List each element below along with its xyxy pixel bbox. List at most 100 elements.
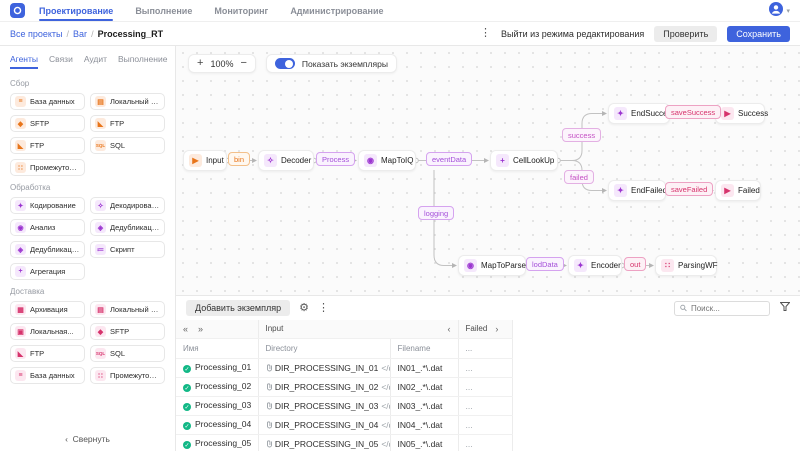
attachment-icon — [266, 421, 273, 429]
zoom-in-button[interactable]: + — [197, 58, 203, 69]
agent-item[interactable]: +Агрегация — [10, 263, 85, 280]
workflow-canvas[interactable]: + 100% − Показать экземпляры — [176, 46, 800, 295]
ftp-icon: ◣ — [15, 348, 26, 359]
analyze-icon: ◉ — [15, 222, 26, 233]
agent-item[interactable]: ✦Кодирование — [10, 197, 85, 214]
canvas-node-success[interactable]: ▶Success — [715, 103, 765, 124]
agent-item[interactable]: ∷Промежуточный... — [10, 159, 85, 176]
edge-label-out[interactable]: out — [624, 257, 646, 271]
breadcrumb-all-projects[interactable]: Все проекты — [10, 29, 63, 39]
decoder-icon: ✧ — [264, 154, 277, 167]
show-instances-toggle[interactable] — [275, 58, 295, 69]
sidebar-tab-3[interactable]: Аудит — [84, 54, 107, 69]
agent-item[interactable]: ◣FTP — [10, 137, 85, 154]
canvas-node-endfailed[interactable]: ✦EndFailed — [608, 180, 666, 201]
agent-item[interactable]: ≡База данных — [10, 367, 85, 384]
canvas-node-parsingwf[interactable]: ∷ParsingWF — [655, 255, 717, 276]
breadcrumb-sep: / — [91, 29, 94, 39]
table-row[interactable]: ✓Processing_01 DIR_PROCESSING_IN_01</dat… — [176, 358, 512, 377]
agent-item[interactable]: SQLSQL — [90, 137, 165, 154]
collapse-sidebar-button[interactable]: ‹ Свернуть — [0, 434, 175, 444]
agent-item[interactable]: ◆SFTP — [10, 115, 85, 132]
node-label: Input — [206, 156, 224, 165]
canvas-node-maptoiq[interactable]: ◉MapToIQ — [358, 150, 416, 171]
edge-label-eventdata[interactable]: eventData — [426, 152, 472, 166]
attachment-icon — [266, 364, 273, 372]
agent-item[interactable]: ∷Промежуточный... — [90, 367, 165, 384]
agent-item[interactable]: ◉ Анализ — [10, 219, 85, 236]
nav-last-icon[interactable]: » — [198, 324, 203, 334]
agent-item-label: Кодирование — [30, 201, 76, 210]
agent-item[interactable]: ≡База данных — [10, 93, 85, 110]
save-button[interactable]: Сохранить — [727, 26, 790, 42]
nav-first-icon[interactable]: « — [183, 324, 188, 334]
app-logo-icon[interactable] — [10, 3, 25, 18]
filter-funnel-icon[interactable] — [780, 302, 790, 314]
cell-directory: DIR_PROCESSING_IN_04</data/in/04> — [258, 415, 390, 434]
nav-tab-1[interactable]: Проектирование — [39, 0, 113, 21]
chevron-down-icon[interactable]: ▾ — [786, 7, 790, 15]
agent-item[interactable]: ◈Дедубликация... — [90, 219, 165, 236]
search-input[interactable] — [691, 304, 764, 313]
nav-tab-3[interactable]: Мониторинг — [214, 0, 268, 21]
agent-item-label: Анализ — [30, 223, 55, 232]
table-row[interactable]: ✓Processing_03 DIR_PROCESSING_IN_03</dat… — [176, 396, 512, 415]
agent-item[interactable]: ◣FTP — [90, 115, 165, 132]
canvas-node-endsuccess[interactable]: ✦EndSuccess — [608, 103, 670, 124]
agent-item[interactable]: ◣FTP — [10, 345, 85, 362]
canvas-node-failed[interactable]: ▶Failed — [715, 180, 761, 201]
canvas-node-celllookup[interactable]: +CellLookUp — [490, 150, 558, 171]
agent-item[interactable]: SQLSQL — [90, 345, 165, 362]
sidebar-tab-1[interactable]: Агенты — [10, 54, 38, 69]
agent-item[interactable]: ▦Архивация — [10, 301, 85, 318]
sidebar-tab-2[interactable]: Связи — [49, 54, 73, 69]
settings-gear-icon[interactable]: ⚙ — [299, 303, 309, 314]
exit-edit-mode-button[interactable]: Выйти из режима редактирования — [501, 29, 644, 39]
canvas-node-maptoparser[interactable]: ◉MapToParser — [458, 255, 526, 276]
agent-item[interactable]: ▤Локальный файл — [90, 93, 165, 110]
attachment-icon — [266, 383, 273, 391]
edge-label-success[interactable]: success — [562, 128, 601, 142]
agent-item[interactable]: ✧Декодирование — [90, 197, 165, 214]
edge-label-bin[interactable]: bin — [228, 152, 250, 166]
intermediate-icon: ∷ — [95, 370, 106, 381]
panel-more-options-icon[interactable]: ⋮ — [318, 303, 329, 314]
breadcrumb-project[interactable]: Bar — [73, 29, 87, 39]
agent-item-label: Декодирование — [110, 201, 160, 210]
agent-item-label: База данных — [30, 97, 75, 106]
add-instance-button[interactable]: Добавить экземпляр — [186, 300, 290, 316]
edge-label-process[interactable]: Process — [316, 152, 355, 166]
edge-label-savesuccess[interactable]: saveSuccess — [665, 105, 721, 119]
agent-item[interactable]: ◈Дедубликация IDR — [10, 241, 85, 258]
edge-label-logging[interactable]: logging — [418, 206, 454, 220]
zoom-out-button[interactable]: − — [240, 58, 246, 69]
nav-tab-2[interactable]: Выполнение — [135, 0, 192, 21]
agent-item[interactable]: ◆SFTP — [90, 323, 165, 340]
collapse-input-group-icon[interactable]: ‹ — [448, 324, 451, 334]
canvas-node-encoder[interactable]: ✦Encoder — [568, 255, 622, 276]
local-file-icon: ▤ — [95, 96, 106, 107]
agent-item[interactable]: ▣Локальная... — [10, 323, 85, 340]
edge-label-savefailed[interactable]: saveFailed — [665, 182, 713, 196]
canvas-node-input[interactable]: ▶Input — [183, 150, 227, 171]
table-row[interactable]: ✓Processing_04 DIR_PROCESSING_IN_04</dat… — [176, 415, 512, 434]
user-avatar[interactable] — [769, 2, 783, 19]
sidebar-tab-4[interactable]: Выполнение — [118, 54, 167, 69]
edge-label-loddata[interactable]: lodData — [526, 257, 564, 271]
table-row[interactable]: ✓Processing_02 DIR_PROCESSING_IN_02</dat… — [176, 377, 512, 396]
canvas-node-decoder[interactable]: ✧Decoder — [258, 150, 314, 171]
ftp-icon: ◣ — [95, 118, 106, 129]
edge-label-failed[interactable]: failed — [564, 170, 594, 184]
table-row[interactable]: ✓Processing_05 DIR_PROCESSING_IN_05</dat… — [176, 434, 512, 451]
agent-item[interactable]: ≔Скрипт — [90, 241, 165, 258]
directory-name: DIR_PROCESSING_IN_05 — [275, 439, 378, 449]
verify-button[interactable]: Проверить — [654, 26, 717, 42]
expand-failed-group-icon[interactable]: › — [495, 324, 498, 334]
agent-item[interactable]: ▤Локальный файл — [90, 301, 165, 318]
nav-tab-4[interactable]: Администрирование — [290, 0, 383, 21]
ftp-icon: ◣ — [15, 140, 26, 151]
output-icon: ▶ — [721, 107, 734, 120]
more-options-icon[interactable]: ⋮ — [480, 28, 491, 39]
status-ok-icon: ✓ — [183, 441, 191, 449]
local-icon: ▣ — [15, 326, 26, 337]
